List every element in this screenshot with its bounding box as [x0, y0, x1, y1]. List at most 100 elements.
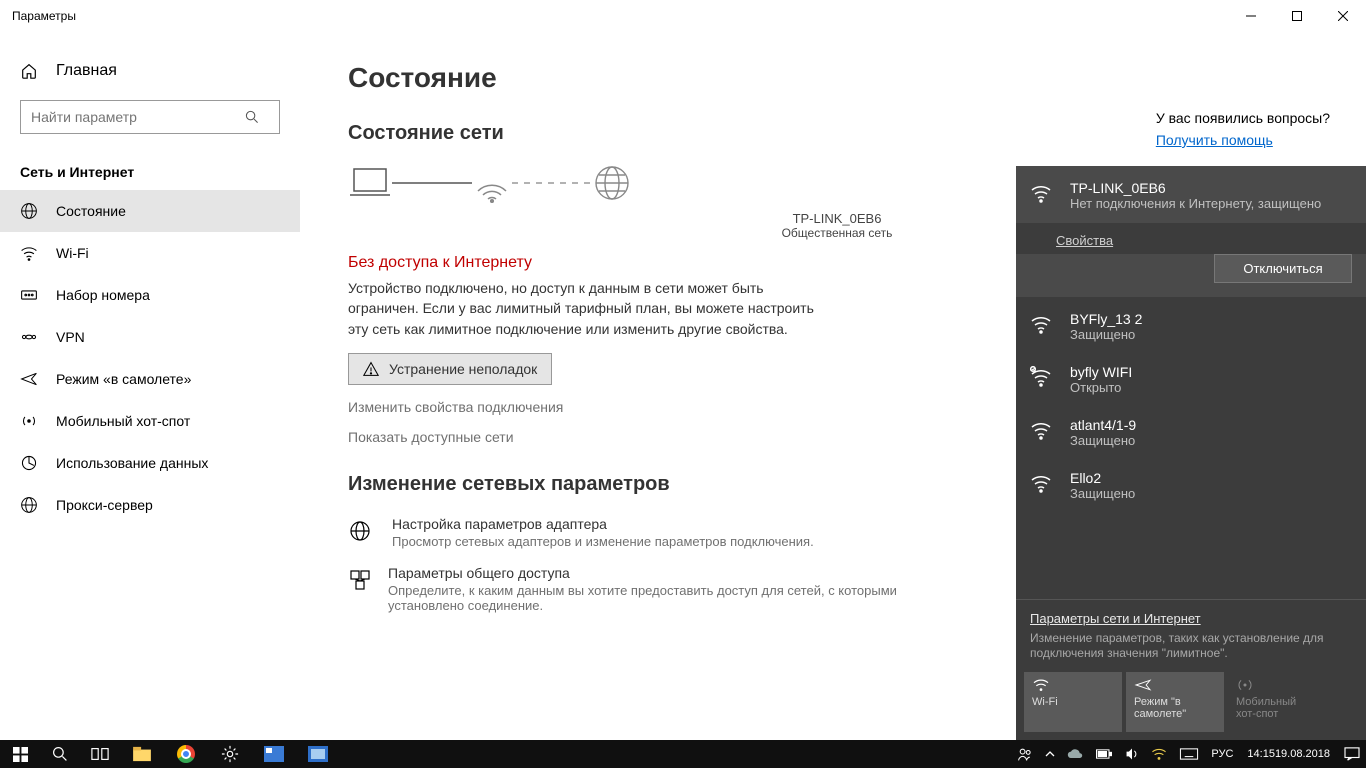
- sidebar-item-label: Использование данных: [56, 455, 208, 471]
- network-settings-link[interactable]: Параметры сети и Интернет: [1030, 611, 1201, 626]
- airplane-icon: [20, 370, 38, 388]
- network-status: Защищено: [1070, 327, 1142, 342]
- tray-chevron-up-icon[interactable]: [1039, 740, 1061, 768]
- taskbar-app-explorer[interactable]: [120, 740, 164, 768]
- sidebar-item-airplane[interactable]: Режим «в самолете»: [0, 358, 300, 400]
- option-adapter[interactable]: Настройка параметров адаптера Просмотр с…: [348, 516, 908, 549]
- network-status: Защищено: [1070, 433, 1136, 448]
- tray-lang[interactable]: РУС: [1205, 740, 1239, 768]
- tile-label: Wi-Fi: [1032, 696, 1114, 708]
- airplane-icon: [1134, 678, 1152, 692]
- option-desc: Определите, к каким данным вы хотите пре…: [388, 583, 908, 613]
- tray-battery-icon[interactable]: [1089, 740, 1119, 768]
- network-status: Нет подключения к Интернету, защищено: [1070, 196, 1321, 211]
- taskbar-app-generic[interactable]: [296, 740, 340, 768]
- network-item[interactable]: byfly WIFIОткрыто: [1016, 350, 1366, 403]
- network-status: Защищено: [1070, 486, 1135, 501]
- tile-airplane[interactable]: Режим "в самолете": [1126, 672, 1224, 732]
- taskview-button[interactable]: [80, 740, 120, 768]
- network-ssid: byfly WIFI: [1070, 364, 1132, 380]
- nav-home-label: Главная: [56, 62, 117, 80]
- option-title: Параметры общего доступа: [388, 565, 908, 581]
- tile-wifi[interactable]: Wi-Fi: [1024, 672, 1122, 732]
- minimize-button[interactable]: [1228, 0, 1274, 32]
- taskbar-app-chrome[interactable]: [164, 740, 208, 768]
- start-button[interactable]: [0, 740, 40, 768]
- close-button[interactable]: [1320, 0, 1366, 32]
- proxy-icon: [20, 496, 38, 514]
- maximize-button[interactable]: [1274, 0, 1320, 32]
- taskbar: РУС 14:15 19.08.2018: [0, 740, 1366, 768]
- disconnect-button[interactable]: Отключиться: [1214, 254, 1352, 283]
- search-input[interactable]: [21, 109, 245, 125]
- sidebar-item-label: VPN: [56, 329, 85, 345]
- tile-label: Режим "в самолете": [1134, 696, 1216, 720]
- tile-hotspot[interactable]: Мобильный хот-спот: [1228, 672, 1326, 732]
- flyout-footer: Параметры сети и Интернет Изменение пара…: [1016, 599, 1366, 664]
- wifi-icon: [1030, 180, 1056, 211]
- troubleshoot-button[interactable]: Устранение неполадок: [348, 353, 552, 385]
- sidebar-item-wifi[interactable]: Wi-Fi: [0, 232, 300, 274]
- sidebar: Главная Сеть и Интернет Состояние Wi-Fi …: [0, 32, 300, 740]
- line-dashed-icon: [512, 180, 592, 186]
- sidebar-item-status[interactable]: Состояние: [0, 190, 300, 232]
- network-flyout: TP-LINK_0EB6 Нет подключения к Интернету…: [1016, 166, 1366, 740]
- tray-onedrive-icon[interactable]: [1061, 740, 1089, 768]
- laptop-icon: [348, 165, 392, 201]
- current-network[interactable]: TP-LINK_0EB6 Нет подключения к Интернету…: [1016, 166, 1366, 223]
- network-properties-link[interactable]: Свойства: [1056, 233, 1366, 248]
- help-link[interactable]: Получить помощь: [1156, 132, 1273, 148]
- nav-home[interactable]: Главная: [0, 52, 300, 90]
- network-status: Открыто: [1070, 380, 1132, 395]
- network-item[interactable]: BYFly_13 2Защищено: [1016, 297, 1366, 350]
- chrome-icon: [177, 745, 195, 763]
- wifi-icon: [1030, 311, 1056, 342]
- network-item[interactable]: atlant4/1-9Защищено: [1016, 403, 1366, 456]
- line-solid-icon: [392, 180, 472, 186]
- taskbar-app-settings[interactable]: [208, 740, 252, 768]
- sidebar-item-label: Wi-Fi: [56, 245, 89, 261]
- network-ssid: Ello2: [1070, 470, 1135, 486]
- tray-people[interactable]: [1011, 740, 1039, 768]
- warning-icon: [363, 361, 379, 377]
- hotspot-icon: [20, 412, 38, 430]
- sidebar-item-label: Режим «в самолете»: [56, 371, 191, 387]
- search-button[interactable]: [40, 740, 80, 768]
- wifi-arc-icon: [472, 163, 512, 203]
- wifi-icon: [1030, 470, 1056, 501]
- option-sharing[interactable]: Параметры общего доступа Определите, к к…: [348, 565, 908, 613]
- tray-time: 14:15: [1247, 748, 1275, 760]
- taskbar-app-generic[interactable]: [252, 740, 296, 768]
- hotspot-icon: [1236, 678, 1254, 692]
- status-icon: [20, 202, 38, 220]
- network-ssid: BYFly_13 2: [1070, 311, 1142, 327]
- datausage-icon: [20, 454, 38, 472]
- status-description: Устройство подключено, но доступ к данны…: [348, 278, 828, 339]
- tray-network-icon[interactable]: [1145, 740, 1173, 768]
- tray-action-center[interactable]: [1338, 740, 1366, 768]
- vpn-icon: [20, 328, 38, 346]
- sidebar-section: Сеть и Интернет: [0, 154, 300, 190]
- globe-icon: [592, 163, 632, 203]
- network-ssid: TP-LINK_0EB6: [1070, 180, 1321, 196]
- network-item[interactable]: Ello2Защищено: [1016, 456, 1366, 509]
- tray-keyboard-icon[interactable]: [1173, 740, 1205, 768]
- dialup-icon: [20, 286, 38, 304]
- page-title: Состояние: [348, 62, 1326, 94]
- wifi-icon: [1032, 678, 1050, 692]
- tile-label: Мобильный хот-спот: [1236, 696, 1318, 720]
- tray-volume-icon[interactable]: [1119, 740, 1145, 768]
- sidebar-item-dialup[interactable]: Набор номера: [0, 274, 300, 316]
- home-icon: [20, 62, 38, 80]
- sidebar-item-datausage[interactable]: Использование данных: [0, 442, 300, 484]
- troubleshoot-label: Устранение неполадок: [389, 361, 537, 377]
- sidebar-item-hotspot[interactable]: Мобильный хот-спот: [0, 400, 300, 442]
- option-desc: Просмотр сетевых адаптеров и изменение п…: [392, 534, 814, 549]
- sidebar-item-label: Мобильный хот-спот: [56, 413, 190, 429]
- sharing-icon: [348, 565, 372, 613]
- tray-clock[interactable]: 14:15 19.08.2018: [1239, 740, 1338, 768]
- sidebar-item-proxy[interactable]: Прокси-сервер: [0, 484, 300, 526]
- sidebar-item-vpn[interactable]: VPN: [0, 316, 300, 358]
- network-settings-desc: Изменение параметров, таких как установл…: [1030, 631, 1352, 662]
- search-box[interactable]: [20, 100, 280, 134]
